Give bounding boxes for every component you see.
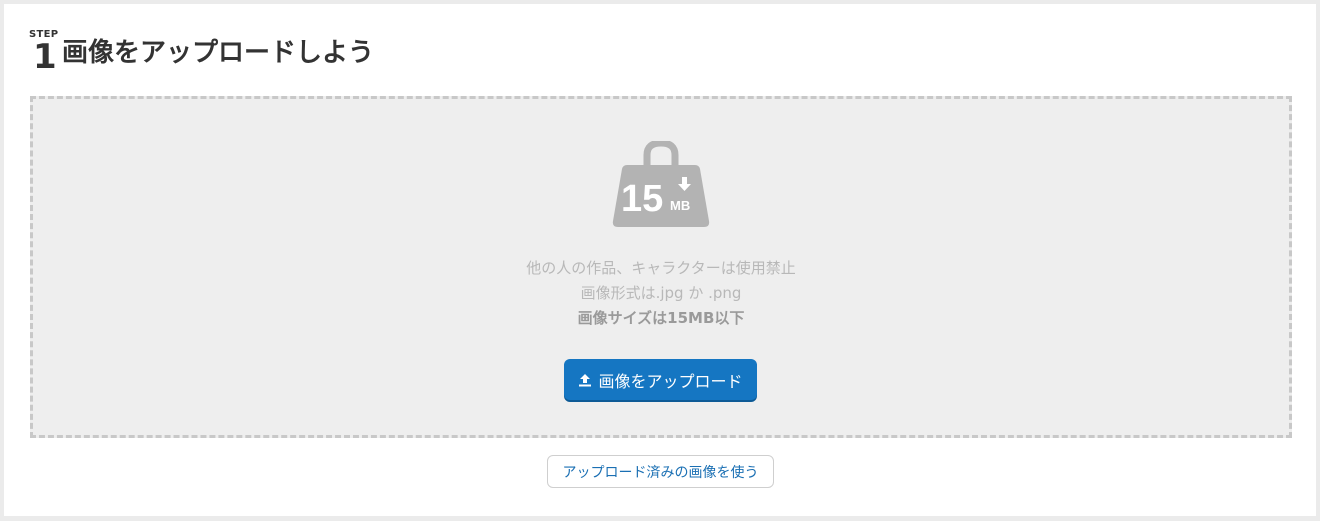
weight-unit: MB [670, 198, 690, 213]
upload-notes: 他の人の作品、キャラクターは使用禁止 画像形式は.jpg か .png 画像サイ… [33, 256, 1289, 331]
image-dropzone[interactable]: 15 MB 他の人の作品、キャラクターは使用禁止 画像形式は.jpg か .pn… [30, 96, 1292, 438]
note-copyright: 他の人の作品、キャラクターは使用禁止 [526, 259, 796, 277]
weight-number: 15 [621, 178, 663, 220]
use-uploaded-image-button[interactable]: アップロード済みの画像を使う [547, 455, 774, 488]
upload-button-label: 画像をアップロード [598, 371, 743, 391]
page-title: 画像をアップロードしよう [62, 38, 375, 68]
upload-image-button[interactable]: 画像をアップロード [564, 359, 757, 400]
note-format: 画像形式は.jpg か .png [580, 284, 742, 302]
step-number: 1 [33, 37, 57, 77]
note-size: 画像サイズは15MB以下 [577, 309, 745, 327]
upload-panel: STEP 1 画像をアップロードしよう 15 MB 他の人の作品、キャラクターは… [4, 4, 1316, 516]
upload-icon [579, 373, 592, 386]
weight-15mb-icon: 15 MB [612, 141, 710, 227]
